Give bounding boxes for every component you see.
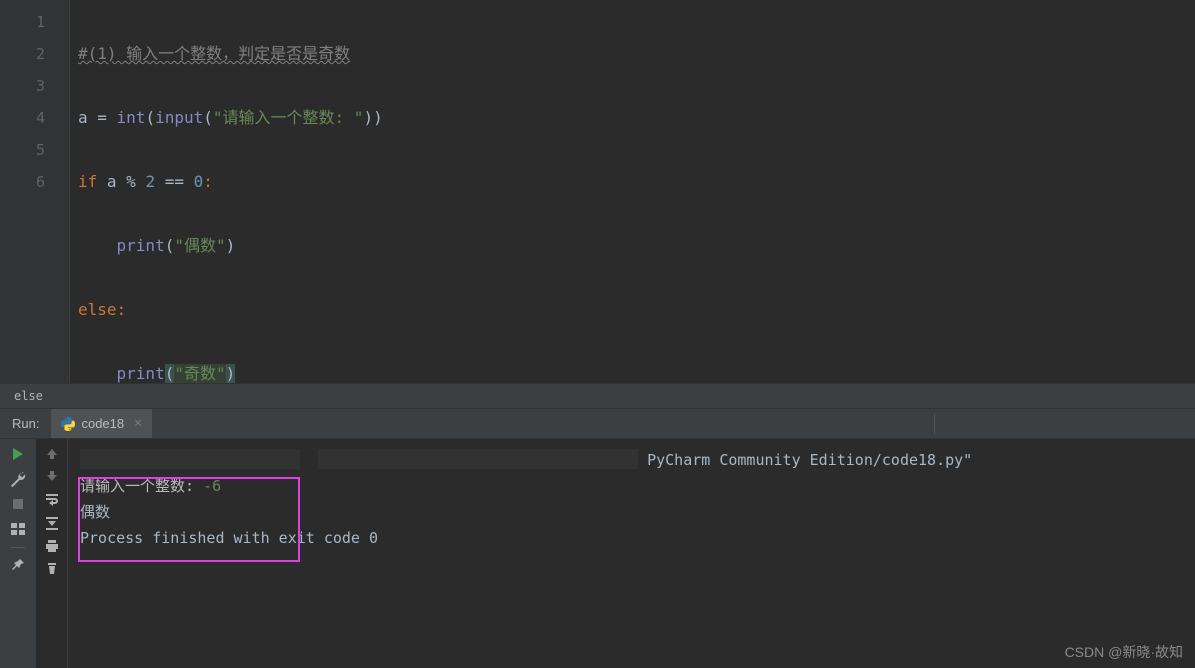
code-line[interactable]: else: [78, 294, 1187, 326]
line-number: 6 [0, 166, 69, 198]
console-line: PyCharm Community Edition/code18.py" [80, 447, 1183, 473]
editor-container: 1 2 3 4 5 6 #(1) 输入一个整数，判定是否是奇数 a = int(… [0, 0, 1195, 383]
line-number: 2 [0, 38, 69, 70]
line-number: 3 [0, 70, 69, 102]
close-icon[interactable]: × [134, 416, 142, 431]
watermark: CSDN @新晓·故知 [1065, 642, 1183, 662]
separator [11, 547, 25, 548]
wrench-icon[interactable] [10, 471, 26, 487]
line-number-gutter: 1 2 3 4 5 6 [0, 0, 70, 383]
censored-path [318, 449, 638, 469]
layout-icon[interactable] [10, 521, 26, 537]
pin-icon[interactable] [11, 558, 25, 572]
line-number: 4 [0, 102, 69, 134]
run-tab-code18[interactable]: code18 × [51, 409, 151, 438]
run-toolbar-left [0, 439, 36, 668]
censored-path [80, 449, 300, 469]
code-line[interactable]: a = int(input("请输入一个整数: ")) [78, 102, 1187, 134]
code-line[interactable]: if a % 2 == 0: [78, 166, 1187, 198]
soft-wrap-icon[interactable] [44, 491, 60, 507]
code-line[interactable]: print("偶数") [78, 230, 1187, 262]
run-toolbar-inner [36, 439, 68, 668]
run-panel: PyCharm Community Edition/code18.py" 请输入… [0, 439, 1195, 668]
line-number: 5 [0, 134, 69, 166]
code-line[interactable]: print("奇数") [78, 358, 1187, 390]
stop-icon[interactable] [11, 497, 25, 511]
line-number: 1 [0, 6, 69, 38]
scroll-to-end-icon[interactable] [44, 515, 60, 531]
tab-label: code18 [81, 416, 124, 431]
down-arrow-icon[interactable] [45, 469, 59, 483]
console-line: Process finished with exit code 0 [80, 525, 1183, 551]
console-output[interactable]: PyCharm Community Edition/code18.py" 请输入… [68, 439, 1195, 668]
python-icon [61, 417, 75, 431]
print-icon[interactable] [45, 539, 59, 553]
rerun-icon[interactable] [11, 447, 25, 461]
code-line[interactable]: #(1) 输入一个整数，判定是否是奇数 [78, 38, 1187, 70]
up-arrow-icon[interactable] [45, 447, 59, 461]
code-editor[interactable]: #(1) 输入一个整数，判定是否是奇数 a = int(input("请输入一个… [70, 0, 1195, 383]
tab-separator [934, 414, 935, 434]
console-line: 偶数 [80, 499, 1183, 525]
trash-icon[interactable] [45, 561, 59, 575]
run-panel-label: Run: [0, 416, 51, 431]
console-line: 请输入一个整数: -6 [80, 473, 1183, 499]
